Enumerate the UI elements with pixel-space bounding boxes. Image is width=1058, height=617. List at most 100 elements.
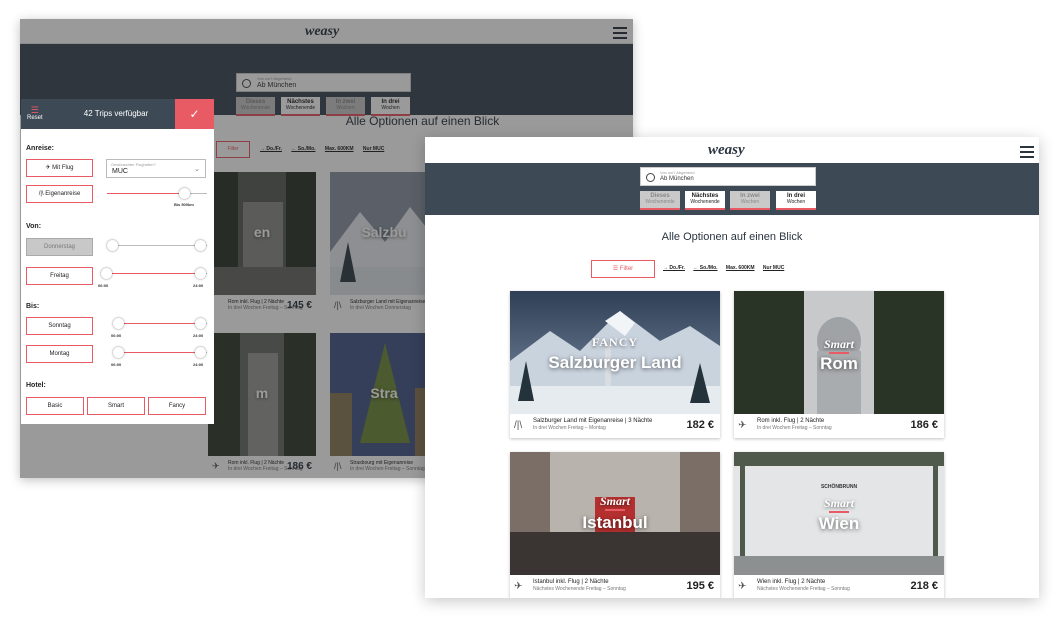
trip-card-istanbul[interactable]: Smart Istanbul ✈ Istanbul inkl. Flug | 2… bbox=[510, 452, 720, 598]
card-price: 186 € bbox=[910, 419, 938, 431]
card-title: Rom inkl. Flug | 2 Nächte bbox=[757, 418, 825, 424]
meta-airport[interactable]: Nur MUC bbox=[763, 265, 784, 271]
card-tag: Smart bbox=[599, 494, 630, 508]
chip-line2: Wochen bbox=[740, 199, 760, 205]
card-image: Smart Rom bbox=[734, 291, 944, 414]
sonntag-button[interactable]: Sonntag bbox=[26, 317, 93, 335]
page-heading: Alle Optionen auf einen Blick bbox=[661, 231, 803, 243]
station-sign: SCHÖNBRUNN bbox=[820, 484, 858, 490]
plane-icon: ✈ bbox=[738, 420, 747, 431]
distance-slider[interactable] bbox=[107, 187, 207, 201]
slider-handle[interactable] bbox=[113, 347, 124, 358]
section-hotel: Hotel: bbox=[26, 382, 46, 389]
mockup-stage: weasy Von wo? Abgehend Ab München Dieses… bbox=[0, 0, 1058, 617]
card-tag: FANCY bbox=[591, 335, 639, 349]
slider-handle[interactable] bbox=[107, 240, 118, 251]
card-image: FANCY Salzburger Land bbox=[510, 291, 720, 414]
section-anreise: Anreise: bbox=[26, 145, 55, 152]
trip-card-wien[interactable]: SCHÖNBRUNN Smart Wien ✈ Wien inkl. Flug … bbox=[734, 452, 944, 598]
reset-label: Reset bbox=[27, 115, 43, 121]
card-price: 218 € bbox=[910, 580, 938, 592]
airport-small-label: Gewünschter Flughafen? bbox=[111, 162, 156, 167]
front-screen: weasy Von wo? Abgehend Ab München Dieses… bbox=[425, 137, 1039, 598]
plane-icon: ✈ bbox=[514, 581, 523, 592]
sliders-icon: ☰ bbox=[612, 266, 620, 272]
chip-in-drei-wochen[interactable]: In drei Wochen bbox=[776, 191, 816, 210]
filter-button[interactable]: ☰ Filter bbox=[591, 260, 655, 278]
airport-select[interactable]: Gewünschter Flughafen? MUC ⌄ bbox=[106, 159, 206, 178]
chevron-down-icon: ⌄ bbox=[194, 166, 200, 173]
section-bis: Bis: bbox=[26, 303, 40, 310]
chip-line2: Wochen bbox=[786, 199, 806, 205]
eigenanreise-button[interactable]: /|\ Eigenanreise bbox=[26, 185, 93, 203]
airport-value: MUC bbox=[112, 168, 128, 175]
donnerstag-time-slider[interactable] bbox=[107, 239, 207, 253]
trip-card-rom[interactable]: Smart Rom ✈ Rom inkl. Flug | 2 Nächte In… bbox=[734, 291, 944, 438]
card-title: Istanbul inkl. Flug | 2 Nächte bbox=[533, 579, 609, 585]
filter-panel: ☰ Reset 42 Trips verfügbar ✓ Anreise: ✈ … bbox=[21, 99, 214, 424]
card-subtitle: In drei Wochen Freitag – Sonntag bbox=[757, 425, 832, 431]
trip-count: 42 Trips verfügbar bbox=[83, 109, 149, 118]
trip-card-salzburger-land[interactable]: FANCY Salzburger Land /|\ Salzburger Lan… bbox=[510, 291, 720, 438]
card-destination: Rom bbox=[820, 354, 858, 373]
distance-label: Bis 500km bbox=[174, 202, 194, 207]
slider-handle[interactable] bbox=[195, 268, 206, 279]
filter-label: Filter bbox=[619, 266, 634, 272]
slider-handle[interactable] bbox=[195, 240, 206, 251]
meta-distance[interactable]: Max. 600KM bbox=[726, 265, 755, 271]
montag-time-slider[interactable] bbox=[113, 346, 207, 360]
eigenanreise-label: Eigenanreise bbox=[45, 191, 81, 197]
slider-handle[interactable] bbox=[113, 318, 124, 329]
card-tag: Smart bbox=[823, 337, 854, 351]
mit-flug-button[interactable]: ✈ Mit Flug bbox=[26, 159, 93, 177]
hotel-basic-button[interactable]: Basic bbox=[26, 397, 84, 415]
sonntag-time-slider[interactable] bbox=[113, 317, 207, 331]
hotel-fancy-button[interactable]: Fancy bbox=[148, 397, 206, 415]
time-start-label: 06:00 bbox=[111, 362, 122, 367]
meta-return[interactable]: ← So./Mo. bbox=[693, 265, 717, 271]
confirm-button[interactable]: ✓ bbox=[175, 99, 214, 129]
mit-flug-label: Mit Flug bbox=[52, 165, 74, 171]
slider-handle[interactable] bbox=[179, 188, 190, 199]
card-price: 182 € bbox=[686, 419, 714, 431]
sliders-icon: ☰ bbox=[30, 105, 39, 115]
chip-dieses-wochenende[interactable]: Dieses Wochenende bbox=[640, 191, 680, 210]
donnerstag-button[interactable]: Donnerstag bbox=[26, 238, 93, 256]
card-info: ✈ Wien inkl. Flug | 2 Nächte Nächstes Wo… bbox=[734, 575, 944, 598]
location-field[interactable]: Von wo? Abgehend Ab München bbox=[640, 167, 816, 186]
freitag-time-slider[interactable] bbox=[101, 267, 207, 281]
filter-summary: → Do./Fr. ← So./Mo. Max. 600KM Nur MUC bbox=[663, 265, 791, 271]
card-subtitle: In drei Wochen Freitag – Montag bbox=[533, 425, 606, 431]
hotel-smart-button[interactable]: Smart bbox=[87, 397, 145, 415]
chip-in-zwei-wochen[interactable]: In zwei Wochen bbox=[730, 191, 770, 210]
card-price: 195 € bbox=[686, 580, 714, 592]
card-destination: Istanbul bbox=[582, 513, 648, 532]
location-small-label: Von wo? Abgehend bbox=[660, 170, 695, 175]
card-subtitle: Nächstes Wochenende Freitag – Sonntag bbox=[757, 586, 850, 592]
chip-line2: Wochenende bbox=[645, 199, 675, 205]
card-tag: Smart bbox=[823, 496, 854, 510]
time-end-label: 24:00 bbox=[193, 283, 204, 288]
card-destination: Salzburger Land bbox=[548, 353, 682, 372]
chip-naechstes-wochenende[interactable]: Nächstes Wochenende bbox=[685, 191, 725, 210]
card-image: Smart Istanbul bbox=[510, 452, 720, 575]
panel-header: ☰ Reset 42 Trips verfügbar ✓ bbox=[21, 99, 214, 129]
reset-button[interactable]: ☰ Reset bbox=[27, 105, 43, 121]
slider-handle[interactable] bbox=[101, 268, 112, 279]
slider-handle[interactable] bbox=[195, 318, 206, 329]
logo: weasy bbox=[708, 142, 745, 158]
freitag-button[interactable]: Freitag bbox=[26, 267, 93, 285]
tag-underline bbox=[605, 509, 625, 511]
hamburger-menu-icon[interactable] bbox=[1020, 146, 1034, 158]
meta-outbound[interactable]: → Do./Fr. bbox=[663, 265, 685, 271]
slider-handle[interactable] bbox=[195, 347, 206, 358]
card-info: /|\ Salzburger Land mit Eigenanreise | 3… bbox=[510, 414, 720, 438]
section-von: Von: bbox=[26, 223, 42, 230]
road-icon: /|\ bbox=[514, 420, 523, 431]
card-title: Salzburger Land mit Eigenanreise | 3 Näc… bbox=[533, 418, 653, 424]
montag-button[interactable]: Montag bbox=[26, 345, 93, 363]
card-destination: Wien bbox=[818, 514, 860, 533]
time-end-label: 24:00 bbox=[193, 333, 204, 338]
tag-underline bbox=[829, 511, 849, 513]
location-value: Ab München bbox=[660, 176, 694, 182]
